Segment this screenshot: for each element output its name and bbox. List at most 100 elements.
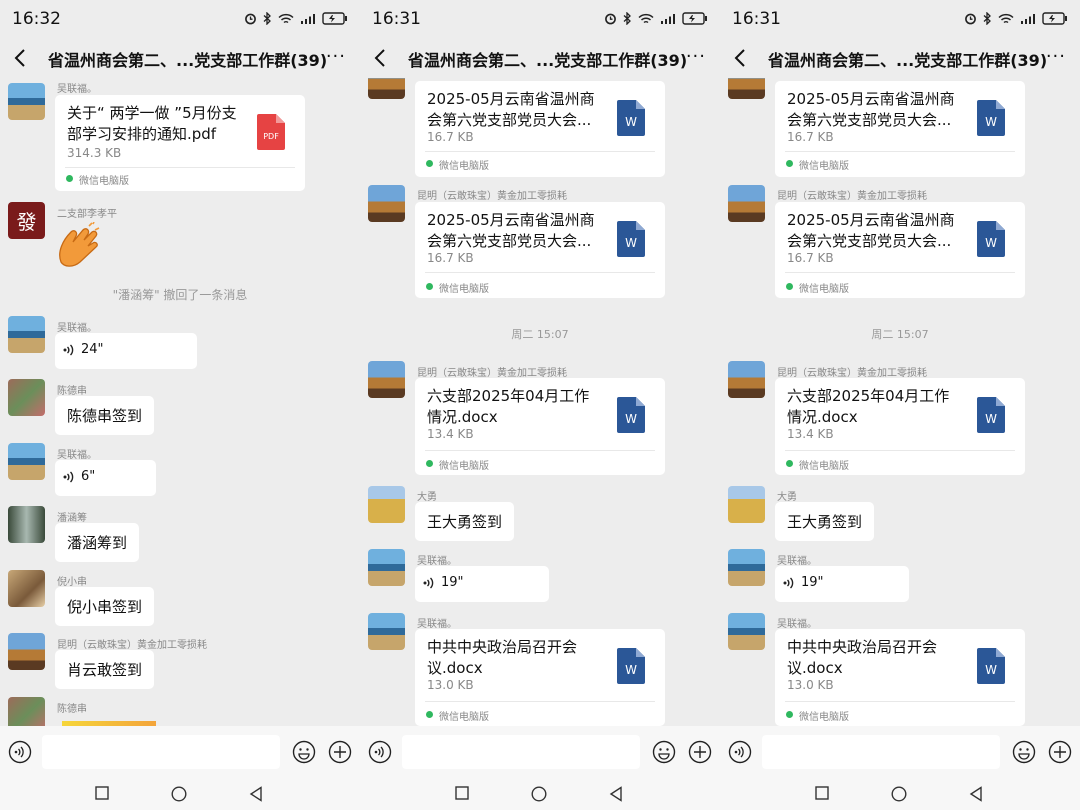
status-time: 16:31 [732,9,781,29]
word-icon-label: W [625,663,637,677]
recent-apps-icon[interactable] [815,786,829,800]
file-source: 微信电脑版 [799,712,849,723]
back-nav-icon[interactable] [249,786,263,802]
file-size: 16.7 KB [787,251,834,265]
text-message[interactable]: 王大勇签到 [415,502,515,541]
avatar[interactable] [728,549,765,586]
text-message[interactable]: 陈德串签到 [55,396,155,435]
text-message[interactable]: 肖云敢签到 [55,650,155,689]
avatar[interactable] [8,443,45,480]
avatar[interactable] [8,633,45,670]
avatar[interactable] [368,361,405,398]
voice-input-icon[interactable] [8,740,32,764]
avatar[interactable] [8,506,45,543]
text-message[interactable]: 王大勇签到 [775,502,875,541]
file-source: 微信电脑版 [439,284,489,295]
sender-name: 倪小串 [57,577,87,588]
wechat-pc-icon [426,160,433,167]
word-icon: W [977,397,1005,433]
file-message[interactable]: 六支部2025年04月工作情况.docx 13.4 KB 微信电脑版 W [415,378,665,475]
avatar[interactable] [368,185,405,222]
divider [65,167,295,168]
sender-name: 昆明（云敢珠宝）黄金加工零损耗 [777,191,927,202]
home-icon[interactable] [531,786,547,802]
voice-message[interactable]: 19" [415,566,549,602]
file-message[interactable]: 2025-05月云南省温州商会第六党支部党员大会... 16.7 KB 微信电脑… [775,202,1025,298]
voice-message[interactable]: 19" [775,566,909,602]
message-input[interactable] [402,735,640,769]
voice-input-icon[interactable] [728,740,752,764]
back-icon[interactable] [10,47,32,69]
plus-icon[interactable] [688,740,712,764]
avatar[interactable] [8,697,45,726]
voice-message[interactable]: 24" [55,333,197,369]
file-message[interactable]: 2025-05月云南省温州商会第六党支部党员大会... 16.7 KB 微信电脑… [775,81,1025,177]
wechat-pc-icon [786,160,793,167]
message-list: 2025-05月云南省温州商会第六党支部党员大会... 16.7 KB 微信电脑… [720,78,1080,726]
file-message[interactable]: 中共中央政治局召开会议.docx 13.0 KB 微信电脑版 W [775,629,1025,726]
back-nav-icon[interactable] [969,786,983,802]
avatar[interactable] [728,361,765,398]
back-icon[interactable] [370,47,392,69]
file-name: 2025-05月云南省温州商会第六党支部党员大会... [787,90,955,129]
word-icon: W [977,221,1005,257]
avatar[interactable] [368,613,405,650]
more-icon[interactable]: ··· [1046,46,1066,67]
avatar[interactable] [8,379,45,416]
file-message[interactable]: 中共中央政治局召开会议.docx 13.0 KB 微信电脑版 W [415,629,665,726]
signal-icon [661,13,675,24]
avatar[interactable] [728,486,765,523]
message-input[interactable] [42,735,280,769]
emoji-icon[interactable] [652,740,676,764]
file-message[interactable]: 2025-05月云南省温州商会第六党支部党员大会... 16.7 KB 微信电脑… [415,202,665,298]
voice-message[interactable]: 6" [55,460,156,496]
recent-apps-icon[interactable] [95,786,109,800]
file-name: 中共中央政治局召开会议.docx [787,638,938,677]
avatar[interactable] [8,83,45,120]
home-icon[interactable] [171,786,187,802]
file-message[interactable]: 关于“ 两学一做 ”5月份支部学习安排的通知.pdf 314.3 KB 微信电脑… [55,95,305,191]
wechat-pc-icon [786,460,793,467]
avatar[interactable] [8,570,45,607]
avatar[interactable] [8,316,45,353]
clapping-hands-sticker[interactable] [55,222,107,270]
bluetooth-icon [263,12,271,25]
word-icon: W [617,100,645,136]
sender-name: 二支部李孝平 [57,209,117,220]
voice-duration: 19" [801,575,824,590]
file-source: 微信电脑版 [439,712,489,723]
avatar[interactable] [368,78,405,99]
signal-icon [1021,13,1035,24]
file-size: 16.7 KB [427,130,474,144]
more-icon[interactable]: ··· [686,46,706,67]
file-message[interactable]: 六支部2025年04月工作情况.docx 13.4 KB 微信电脑版 W [775,378,1025,475]
emoji-icon[interactable] [1012,740,1036,764]
home-icon[interactable] [891,786,907,802]
avatar[interactable] [728,613,765,650]
message-input[interactable] [762,735,1000,769]
emoji-icon[interactable] [292,740,316,764]
back-icon[interactable] [730,47,752,69]
wechat-pc-icon [786,283,793,290]
chat-title: 省温州商会第二、...党支部工作群(39) [408,51,688,70]
word-icon-label: W [985,663,997,677]
file-message[interactable]: 2025-05月云南省温州商会第六党支部党员大会... 16.7 KB 微信电脑… [415,81,665,177]
avatar[interactable] [728,185,765,222]
recent-apps-icon[interactable] [455,786,469,800]
plus-icon[interactable] [1048,740,1072,764]
voice-input-icon[interactable] [368,740,392,764]
text-message[interactable]: 潘涵筹到 [55,523,140,562]
voice-icon [423,577,434,589]
avatar[interactable] [728,78,765,99]
more-icon[interactable]: ··· [326,46,346,67]
sender-name: 吴联福。 [777,619,817,630]
text-message[interactable]: 倪小串签到 [55,587,155,626]
file-source: 微信电脑版 [439,461,489,472]
avatar[interactable] [368,549,405,586]
avatar[interactable]: 發 [8,202,45,239]
back-nav-icon[interactable] [609,786,623,802]
avatar[interactable] [368,486,405,523]
divider [425,272,655,273]
plus-icon[interactable] [328,740,352,764]
file-size: 13.4 KB [787,427,834,441]
